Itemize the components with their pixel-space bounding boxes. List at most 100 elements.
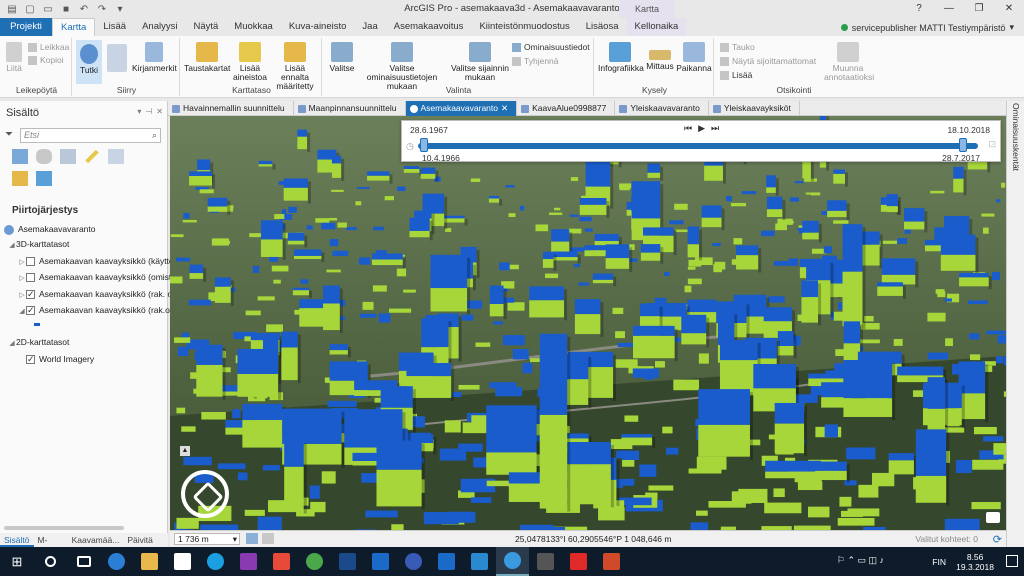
clock[interactable]: 8.56 19.3.2018 bbox=[956, 552, 994, 572]
edge-icon[interactable] bbox=[100, 547, 133, 576]
close-icon[interactable]: ✕ bbox=[156, 107, 163, 116]
app-icon[interactable] bbox=[529, 547, 562, 576]
measure-button[interactable]: Mittaus bbox=[644, 42, 676, 71]
pin-icon[interactable]: ⊣ bbox=[145, 107, 152, 116]
taskbar-search-icon[interactable] bbox=[34, 547, 67, 576]
clear-button[interactable]: Tyhjennä bbox=[512, 56, 559, 66]
tab-kuva-aineisto[interactable]: Kuva-aineisto bbox=[281, 18, 355, 36]
list-by-selection-icon[interactable] bbox=[60, 149, 76, 164]
tab-kaavamaaraykset[interactable]: Kaavamää... bbox=[68, 533, 124, 547]
project-icon[interactable]: ▤ bbox=[6, 4, 18, 15]
expand-icon[interactable]: ▷ bbox=[18, 289, 26, 301]
coords-format-icon[interactable] bbox=[262, 533, 274, 544]
view-tab[interactable]: KaavaAlue0998877 bbox=[517, 101, 616, 116]
onenote-icon[interactable] bbox=[232, 547, 265, 576]
powerpoint-icon[interactable] bbox=[595, 547, 628, 576]
list-by-charts-icon[interactable] bbox=[36, 171, 52, 186]
refresh-icon[interactable]: ⟳ bbox=[993, 532, 1002, 548]
paste-button[interactable]: Liitä bbox=[4, 42, 24, 73]
list-by-snapping-icon[interactable] bbox=[108, 149, 124, 164]
lock-icon[interactable]: ⊡ bbox=[988, 139, 996, 150]
expand-icon[interactable]: ▷ bbox=[18, 272, 26, 284]
tab-asemakaavoitus[interactable]: Asemakaavoitus bbox=[386, 18, 472, 36]
add-preset-button[interactable]: Lisää ennalta määritetty bbox=[270, 42, 320, 91]
close-button[interactable]: ✕ bbox=[994, 0, 1024, 18]
locate-button[interactable]: Paikanna bbox=[676, 42, 712, 73]
tab-lisaosa[interactable]: Lisäosa bbox=[578, 18, 627, 36]
navigator-control[interactable] bbox=[181, 470, 229, 518]
store-icon[interactable] bbox=[166, 547, 199, 576]
user-account[interactable]: servicepublisher MATTI Testiympäristö ▾ bbox=[840, 22, 1014, 33]
layer-checkbox[interactable] bbox=[26, 352, 35, 366]
select-by-location-button[interactable]: Valitse sijainnin mukaan bbox=[450, 42, 510, 82]
customize-icon[interactable]: ▾ bbox=[114, 4, 126, 15]
previous-icon[interactable]: ⏮ bbox=[684, 123, 692, 134]
layer-row[interactable]: ▷ Asemakaavan kaavayksikkö (käyttöt bbox=[18, 254, 184, 268]
filter-icon[interactable]: ⏷ bbox=[5, 129, 13, 140]
zoom-tools[interactable] bbox=[104, 44, 130, 74]
layer-row[interactable]: World Imagery bbox=[26, 352, 192, 366]
layer-checkbox[interactable] bbox=[26, 257, 35, 267]
expand-icon[interactable]: ▷ bbox=[18, 256, 26, 268]
show-unplaced-button[interactable]: Näytä sijoittamattomat bbox=[720, 56, 816, 66]
select-by-attributes-button[interactable]: Valitse ominaisuustietojen mukaan bbox=[358, 42, 446, 91]
outlook-icon[interactable] bbox=[364, 547, 397, 576]
start-icon[interactable]: ⊞ bbox=[0, 554, 34, 570]
collapse-icon[interactable]: ◢ bbox=[8, 239, 16, 251]
list-by-source-icon[interactable] bbox=[36, 149, 52, 164]
scale-input[interactable]: 1 736 m ▾ bbox=[174, 533, 240, 545]
view-tab[interactable]: Maanpinnansuunnittelu bbox=[294, 101, 406, 116]
tab-analyysi[interactable]: Analyysi bbox=[134, 18, 185, 36]
group-3d-node[interactable]: ◢3D-karttatasot bbox=[8, 237, 174, 251]
layer-checkbox[interactable] bbox=[26, 273, 35, 283]
search-input[interactable]: Etsi ⌕ bbox=[20, 128, 161, 143]
tray-icons[interactable]: ⚐ ⌃ ▭ ◫ ♪ bbox=[837, 555, 884, 566]
arcgis-pro-icon[interactable] bbox=[496, 547, 529, 576]
tab-paivita[interactable]: Päivitä k... bbox=[123, 533, 168, 559]
layer-checkbox[interactable] bbox=[26, 287, 35, 301]
select-button[interactable]: Valitse bbox=[326, 42, 358, 73]
convert-annotation-button[interactable]: Muunna annotaatioksi bbox=[824, 42, 874, 82]
app-icon[interactable] bbox=[265, 547, 298, 576]
tab-sisalto[interactable]: Sisältö bbox=[0, 533, 34, 547]
bookmarks-button[interactable]: Kirjanmerkit bbox=[132, 42, 177, 73]
collapse-nav-icon[interactable]: ▲ bbox=[180, 446, 190, 456]
more-button[interactable]: Lisää bbox=[720, 70, 752, 80]
tab-m-files[interactable]: M-Files bbox=[34, 533, 68, 559]
maximize-button[interactable]: ❐ bbox=[964, 0, 994, 18]
layer-row[interactable]: ◢ Asemakaavan kaavayksikkö (rak.oik. bbox=[18, 303, 184, 317]
attributes-button[interactable]: Ominaisuustiedot bbox=[512, 42, 590, 52]
save-icon[interactable]: ■ bbox=[60, 4, 72, 15]
basemap-button[interactable]: Taustakartat bbox=[184, 42, 230, 73]
horizontal-scrollbar[interactable] bbox=[4, 526, 124, 530]
app-icon[interactable] bbox=[562, 547, 595, 576]
time-end-handle[interactable] bbox=[959, 138, 968, 152]
time-track[interactable] bbox=[418, 143, 978, 149]
open-icon[interactable]: ▭ bbox=[42, 4, 54, 15]
search-icon[interactable]: ⌕ bbox=[152, 129, 157, 142]
minimize-button[interactable]: — bbox=[934, 0, 964, 18]
tab-kellonaika[interactable]: Kellonaika bbox=[626, 18, 687, 36]
tab-nayta[interactable]: Näytä bbox=[185, 18, 226, 36]
time-slider[interactable]: 28.6.1967 18.10.2018 ⏮ ▶ ⏭ ◷ ⊡ 10.4.1966 2… bbox=[401, 120, 1001, 163]
tab-muokkaa[interactable]: Muokkaa bbox=[226, 18, 281, 36]
feedback-icon[interactable] bbox=[986, 512, 1000, 523]
collapse-icon[interactable]: ◢ bbox=[8, 337, 16, 349]
scene-view[interactable] bbox=[170, 116, 1006, 530]
view-tab[interactable]: Havainnemallin suunnittelu bbox=[168, 101, 294, 116]
copy-button[interactable]: Kopioi bbox=[28, 55, 64, 65]
list-by-drawing-order-icon[interactable] bbox=[12, 149, 28, 164]
group-2d-node[interactable]: ◢2D-karttatasot bbox=[8, 335, 174, 349]
layer-checkbox[interactable] bbox=[26, 303, 35, 317]
collapse-icon[interactable]: ◢ bbox=[18, 305, 26, 317]
chrome-icon[interactable] bbox=[298, 547, 331, 576]
time-start-handle[interactable] bbox=[419, 138, 428, 152]
notifications-icon[interactable] bbox=[1006, 555, 1018, 567]
new-icon[interactable]: ▢ bbox=[24, 4, 36, 15]
list-by-labeling-icon[interactable] bbox=[12, 171, 28, 186]
redo-icon[interactable]: ↷ bbox=[96, 4, 108, 15]
map-node[interactable]: Asemakaavavaranto bbox=[4, 222, 170, 236]
view-tab[interactable]: Yleiskaavayksiköt bbox=[709, 101, 800, 116]
explorer-icon[interactable] bbox=[133, 547, 166, 576]
next-icon[interactable]: ⏭ bbox=[711, 123, 719, 134]
